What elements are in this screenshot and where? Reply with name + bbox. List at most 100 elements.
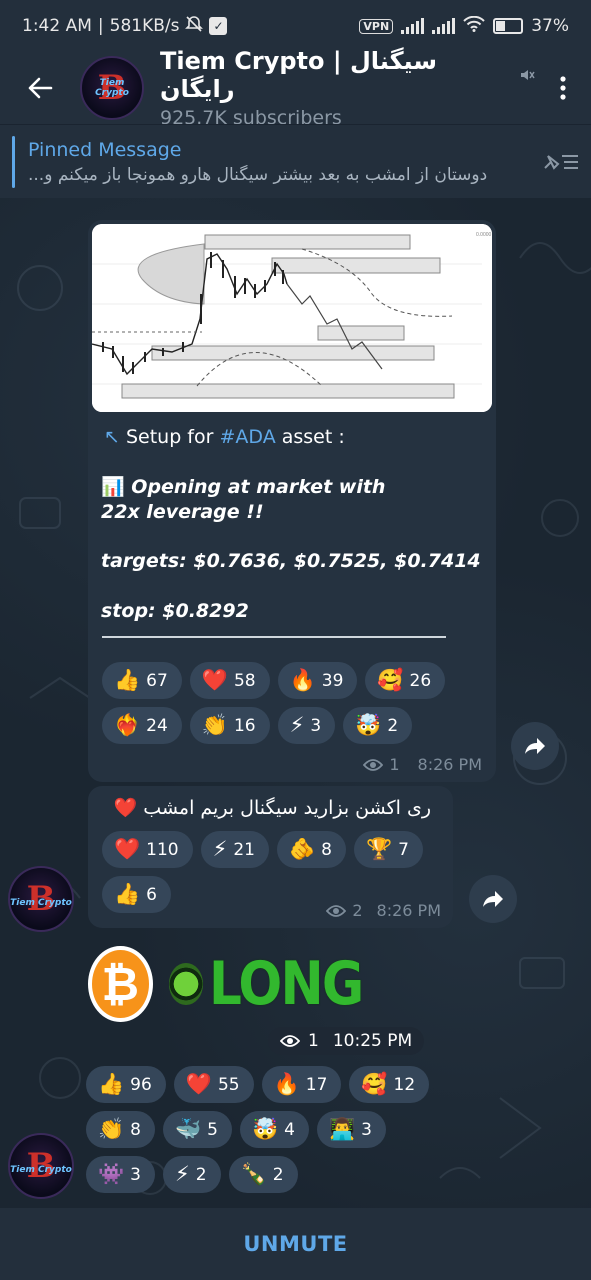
reaction-chip[interactable]: ⚡ 21 bbox=[200, 831, 269, 868]
reaction-emoji-icon: 🍾 bbox=[240, 1162, 267, 1186]
reaction-emoji-icon: ⚡ bbox=[289, 713, 305, 737]
channel-info[interactable]: Tiem Crypto | سیگنال رایگان 925.7K subsc… bbox=[160, 47, 535, 129]
reaction-emoji-icon: ❤️ bbox=[114, 837, 141, 861]
message-bubble[interactable]: 0.0000 ↖ Setup for #ADA asset : 📊 Openin… bbox=[88, 220, 496, 782]
reaction-chip[interactable]: ❤️ 58 bbox=[189, 662, 270, 699]
forward-button[interactable] bbox=[511, 722, 559, 770]
reaction-chip[interactable]: 🍾 2 bbox=[228, 1156, 298, 1193]
message-bubble[interactable]: ری اکشن بزارید سیگنال بریم امشب ❤️ ❤️ 110… bbox=[88, 786, 453, 928]
reaction-chip[interactable]: 👍 96 bbox=[86, 1066, 166, 1103]
reaction-count: 6 bbox=[146, 884, 157, 905]
reaction-emoji-icon: ❤️ bbox=[185, 1072, 212, 1096]
reaction-chip[interactable]: 👏 16 bbox=[189, 707, 270, 744]
reaction-chip[interactable]: 🫵 8 bbox=[277, 831, 346, 868]
reaction-chip[interactable]: 🔥 17 bbox=[261, 1066, 342, 1103]
chart-image[interactable]: 0.0000 bbox=[92, 224, 492, 412]
setup-line: ↖ Setup for #ADA asset : bbox=[104, 426, 345, 448]
battery-icon bbox=[493, 18, 524, 34]
reaction-emoji-icon: 👍 bbox=[114, 882, 141, 906]
status-time: 1:42 AM bbox=[22, 16, 92, 36]
views-icon bbox=[280, 1035, 300, 1047]
avatar-logo-text: Tiem Crypto bbox=[10, 898, 72, 908]
notifications-off-icon bbox=[185, 15, 204, 38]
reaction-chip[interactable]: ⚡ 3 bbox=[277, 707, 336, 744]
pinned-indicator bbox=[12, 135, 15, 188]
reaction-chip[interactable]: 👨‍💻 3 bbox=[316, 1111, 386, 1148]
reaction-count: 8 bbox=[130, 1119, 141, 1140]
network-speed: 581KB/s bbox=[109, 16, 180, 36]
view-count: 1 bbox=[308, 1031, 319, 1051]
back-button[interactable] bbox=[0, 52, 80, 124]
message-time: 8:26 PM bbox=[417, 755, 482, 774]
pinned-list-button[interactable] bbox=[531, 150, 591, 174]
reaction-emoji-icon: 👾 bbox=[98, 1162, 125, 1186]
reaction-chip[interactable]: 🔥 39 bbox=[277, 662, 358, 699]
unmute-button[interactable]: UNMUTE bbox=[243, 1232, 347, 1256]
reaction-emoji-icon: ❤️‍🔥 bbox=[114, 713, 141, 737]
reaction-chip[interactable]: 👍 67 bbox=[102, 662, 182, 699]
pinned-message-bar[interactable]: Pinned Message دوستان از امشب به بعد بیش… bbox=[0, 124, 591, 198]
battery-percent: 37% bbox=[531, 16, 569, 36]
reaction-emoji-icon: 🥰 bbox=[361, 1072, 388, 1096]
reaction-chip[interactable]: 👏 8 bbox=[86, 1111, 155, 1148]
reaction-chip[interactable]: 🥰 12 bbox=[349, 1066, 430, 1103]
reaction-count: 5 bbox=[207, 1119, 218, 1140]
reaction-emoji-icon: 🏆 bbox=[365, 837, 393, 861]
reaction-emoji-icon: 🤯 bbox=[251, 1117, 279, 1141]
reaction-chip[interactable]: ❤️‍🔥 24 bbox=[102, 707, 182, 744]
more-vertical-icon bbox=[560, 76, 566, 100]
reaction-emoji-icon: 👏 bbox=[98, 1117, 125, 1141]
reaction-chip[interactable]: ❤️ 110 bbox=[102, 831, 193, 868]
reaction-emoji-icon: ⚡ bbox=[212, 837, 228, 861]
reaction-request-text: ری اکشن بزارید سیگنال بریم امشب ❤️ bbox=[113, 797, 431, 819]
reaction-count: 12 bbox=[393, 1074, 416, 1095]
reaction-chip[interactable]: 👍 6 bbox=[102, 876, 171, 913]
hashtag-link[interactable]: #ADA bbox=[219, 426, 275, 448]
reaction-chip[interactable]: ⚡ 2 bbox=[162, 1156, 221, 1193]
more-options-button[interactable] bbox=[535, 52, 591, 124]
reaction-count: 21 bbox=[233, 839, 255, 860]
view-count: 2 bbox=[352, 901, 363, 920]
avatar-logo-text: Tiem Crypto bbox=[10, 1165, 72, 1175]
reaction-count: 2 bbox=[387, 715, 399, 736]
app-notification-icon: ✓ bbox=[209, 17, 228, 35]
message-time: 10:25 PM bbox=[332, 1031, 413, 1051]
reaction-count: 2 bbox=[272, 1164, 284, 1185]
reaction-count: 39 bbox=[321, 670, 344, 691]
channel-avatar[interactable]: B Tiem Crypto bbox=[8, 1133, 74, 1199]
channel-avatar[interactable]: B Tiem Crypto bbox=[80, 56, 144, 120]
reaction-chip[interactable]: 🥰 26 bbox=[365, 662, 446, 699]
muted-icon bbox=[519, 61, 535, 89]
pinned-title: Pinned Message bbox=[28, 138, 182, 161]
reaction-emoji-icon: ⚡ bbox=[174, 1162, 190, 1186]
reaction-emoji-icon: 🔥 bbox=[289, 668, 316, 692]
chart-bar-icon: 📊 bbox=[101, 476, 125, 498]
view-count: 1 bbox=[389, 755, 400, 774]
reaction-emoji-icon: 🔥 bbox=[273, 1072, 300, 1096]
reaction-chip[interactable]: 🐳 5 bbox=[162, 1111, 232, 1148]
reaction-chip[interactable]: 🤯 4 bbox=[239, 1111, 309, 1148]
reaction-chip[interactable]: 🤯 2 bbox=[343, 707, 413, 744]
cursor-icon: ↖ bbox=[104, 426, 120, 448]
divider bbox=[102, 636, 446, 638]
reaction-count: 3 bbox=[130, 1164, 141, 1185]
reaction-emoji-icon: 🥰 bbox=[377, 668, 404, 692]
reaction-count: 96 bbox=[130, 1074, 152, 1095]
reaction-chip[interactable]: 👾 3 bbox=[86, 1156, 155, 1193]
reaction-count: 55 bbox=[217, 1074, 240, 1095]
forward-arrow-icon bbox=[483, 891, 503, 907]
message-meta: 1 10:25 PM bbox=[268, 1027, 425, 1055]
svg-text:0.0000: 0.0000 bbox=[476, 232, 492, 238]
pinned-text: دوستان از امشب به بعد بیشتر سیگنال هارو … bbox=[28, 164, 488, 185]
long-sticker[interactable]: ₿ LONG bbox=[88, 944, 388, 1024]
reaction-count: 3 bbox=[310, 715, 322, 736]
forward-button[interactable] bbox=[469, 875, 517, 923]
reaction-chip[interactable]: 🏆 7 bbox=[353, 831, 423, 868]
reaction-count: 26 bbox=[409, 670, 432, 691]
status-bar: 1:42 AM | 581KB/s ✓ VPN 37% bbox=[0, 0, 591, 52]
pin-list-icon bbox=[544, 154, 578, 170]
reaction-chip[interactable]: ❤️ 55 bbox=[173, 1066, 254, 1103]
targets-line: targets: $0.7636, $0.7525, $0.7414 bbox=[101, 550, 481, 572]
reaction-emoji-icon: 👨‍💻 bbox=[328, 1117, 356, 1141]
channel-avatar[interactable]: B Tiem Crypto bbox=[8, 866, 74, 932]
